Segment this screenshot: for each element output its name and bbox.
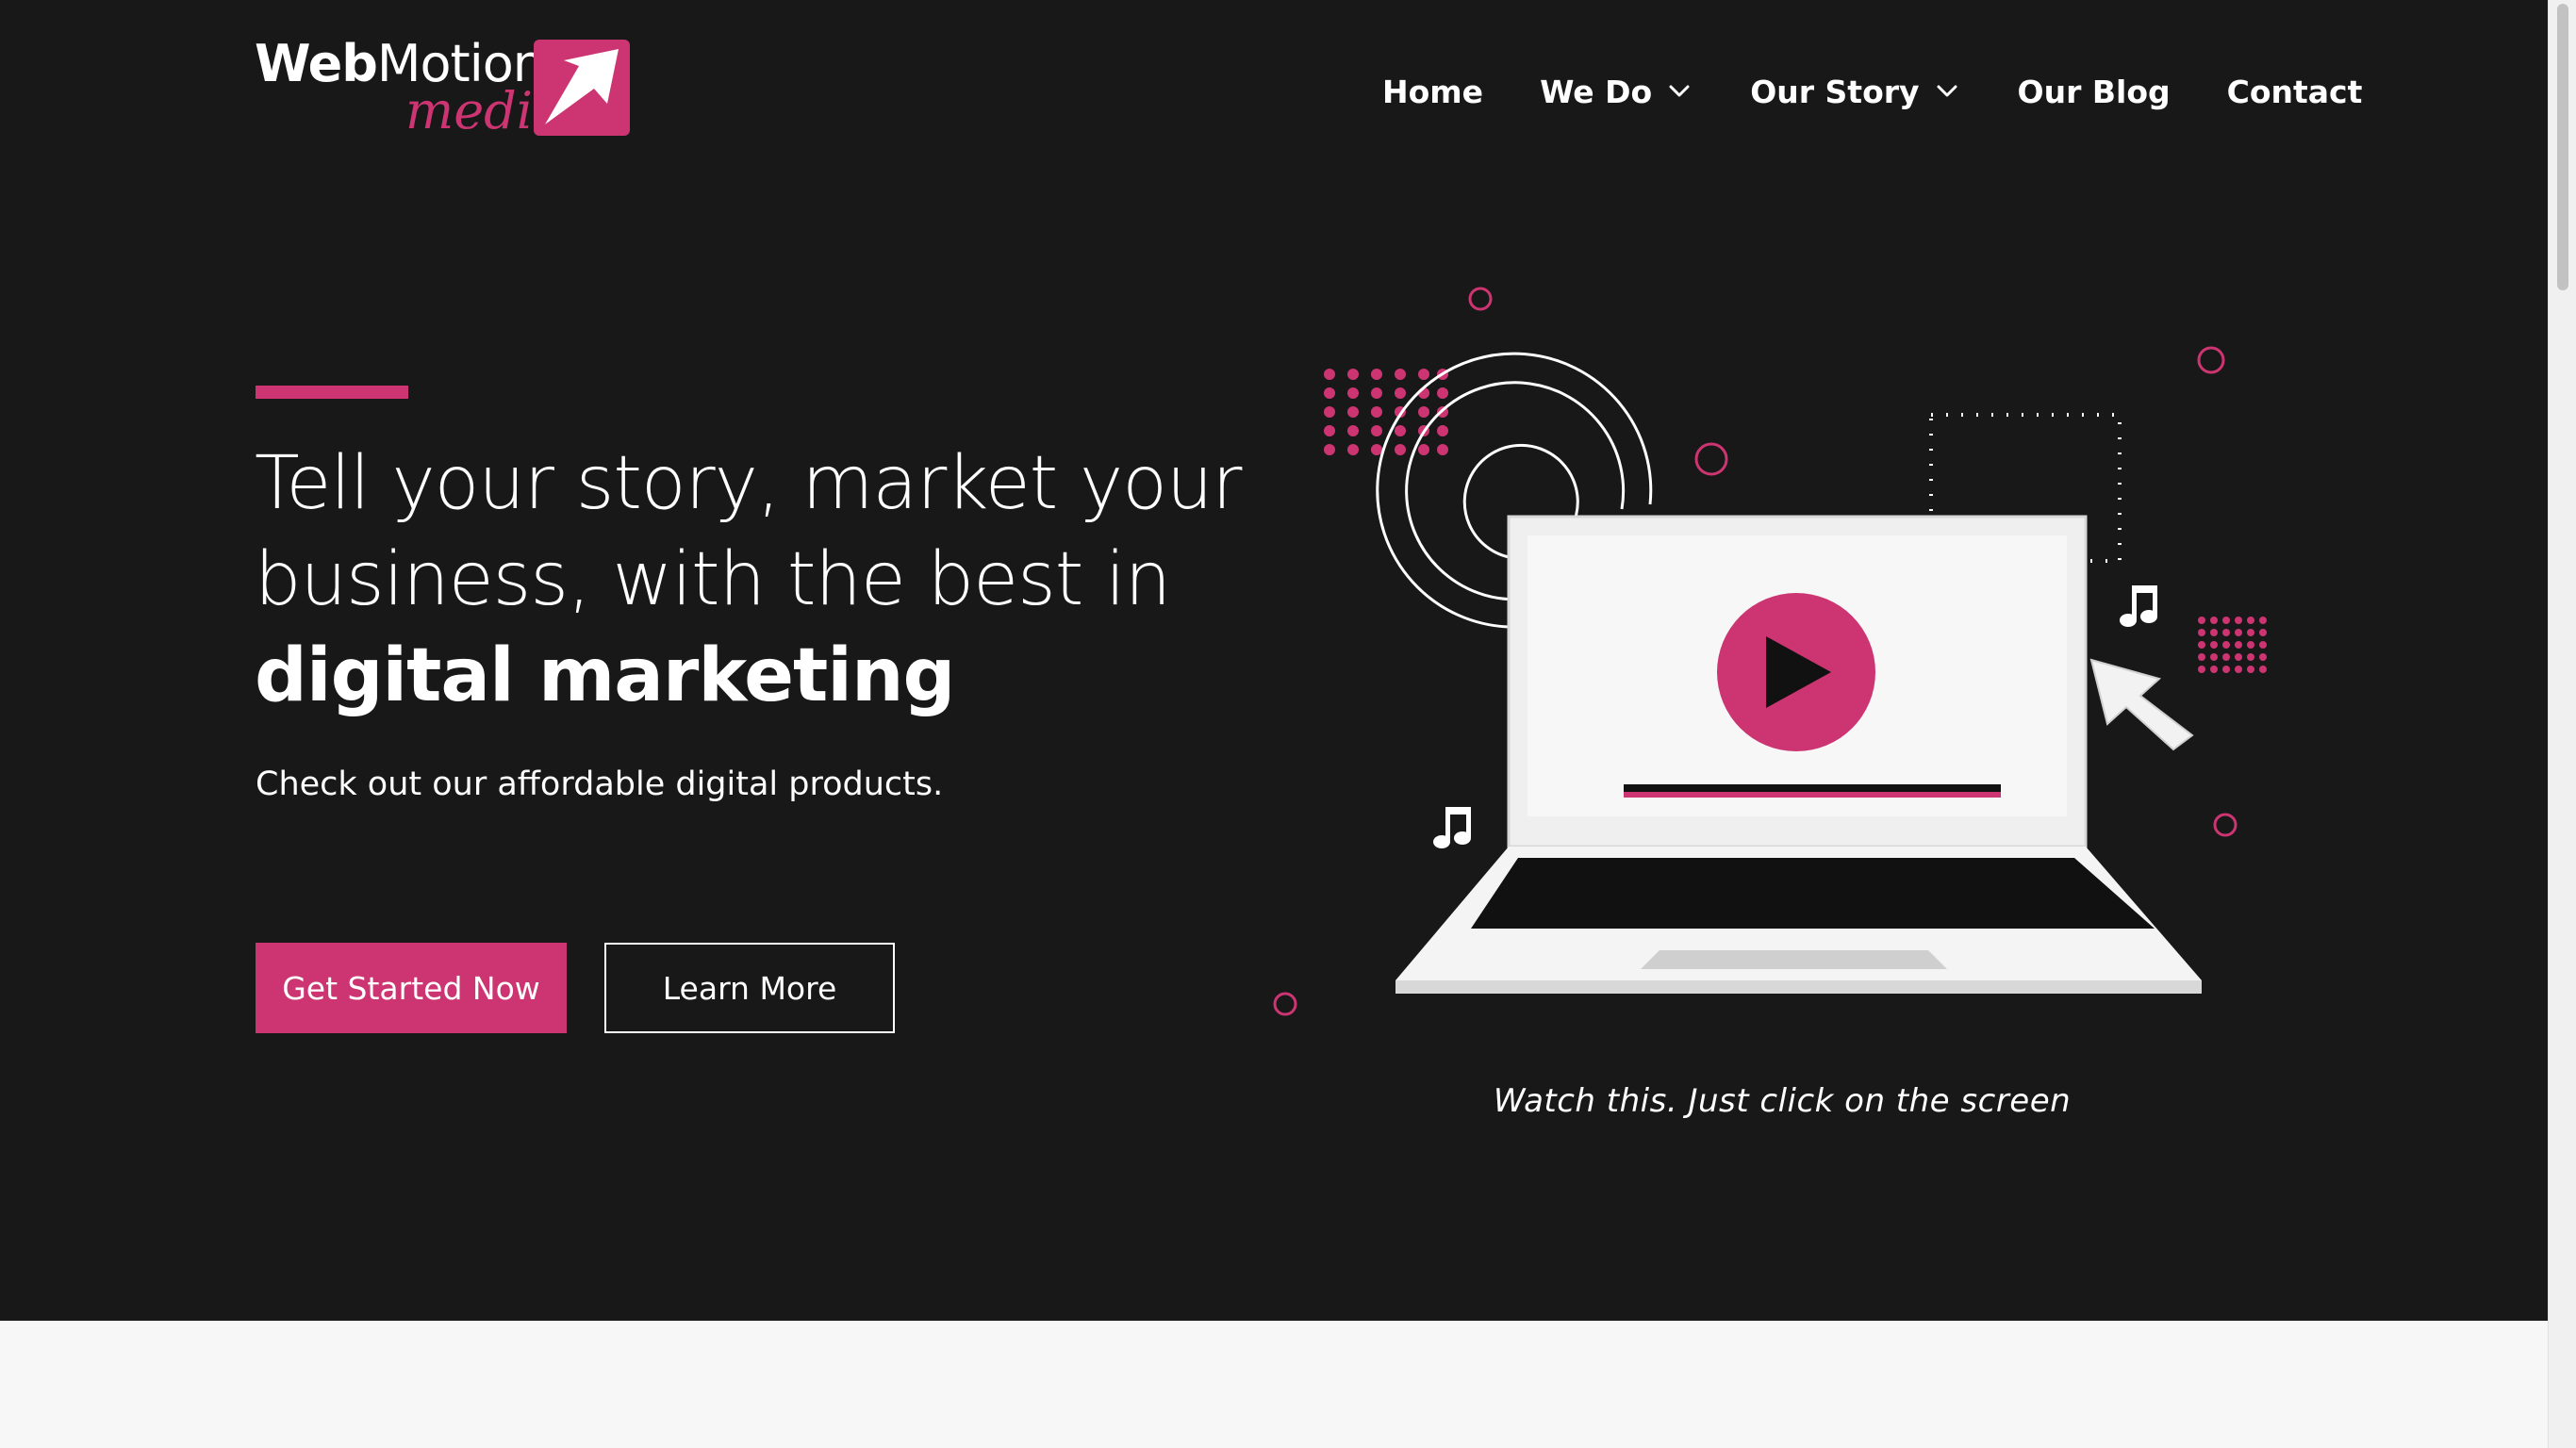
decor-ring	[2197, 346, 2225, 374]
nav-label: Contact	[2226, 73, 2363, 110]
cursor-arrow-icon	[2089, 658, 2194, 751]
nav-item-contact[interactable]: Contact	[2227, 74, 2363, 110]
chevron-down-icon	[1669, 85, 1690, 97]
nav-item-our-story[interactable]: Our Story	[1750, 74, 1960, 110]
nav-label: Our Blog	[2017, 73, 2171, 110]
hero-section: WebMotion media Home We Do Our Story Our…	[0, 0, 2548, 1321]
headline-line: Tell your story, market your	[255, 441, 1242, 526]
learn-more-button[interactable]: Learn More	[604, 943, 895, 1033]
video-laptop-illustration[interactable]	[1254, 273, 2291, 1028]
nav-item-our-blog[interactable]: Our Blog	[2018, 74, 2171, 110]
logo-arrow-icon	[534, 40, 630, 136]
decor-ring	[2213, 813, 2237, 837]
nav-label: Home	[1382, 73, 1484, 110]
nav-item-we-do[interactable]: We Do	[1540, 74, 1693, 110]
nav-item-home[interactable]: Home	[1382, 74, 1483, 110]
decor-ring	[1273, 992, 1297, 1016]
next-section	[0, 1321, 2548, 1448]
brand-logo[interactable]: WebMotion media	[255, 34, 632, 143]
hero-headline: Tell your story, market your business, w…	[255, 436, 1311, 724]
accent-bar	[256, 386, 408, 399]
page: WebMotion media Home We Do Our Story Our…	[0, 0, 2576, 1448]
page-scrollbar[interactable]	[2548, 0, 2576, 1448]
chevron-down-icon	[1937, 85, 1957, 97]
play-icon	[1717, 593, 1875, 751]
laptop-icon	[1395, 515, 2202, 994]
get-started-button[interactable]: Get Started Now	[256, 943, 567, 1033]
decor-ring	[1468, 287, 1493, 311]
music-note-icon	[1433, 807, 1471, 848]
nav-label: Our Story	[1750, 73, 1920, 110]
decor-dot-grid	[2198, 617, 2267, 673]
video-caption: Watch this. Just click on the screen	[1493, 1082, 2072, 1120]
video-progress-fill	[1624, 792, 2001, 798]
headline-emphasis: digital marketing	[255, 634, 955, 718]
main-nav: Home We Do Our Story Our Blog Contact	[1382, 68, 2362, 115]
headline-line: business, with the best in	[255, 537, 1171, 622]
nav-label: We Do	[1540, 73, 1653, 110]
music-note-icon	[2120, 585, 2157, 627]
hero-subtext: Check out our affordable digital product…	[256, 765, 944, 803]
scrollbar-thumb[interactable]	[2557, 4, 2568, 290]
decor-ring	[1694, 442, 1728, 476]
